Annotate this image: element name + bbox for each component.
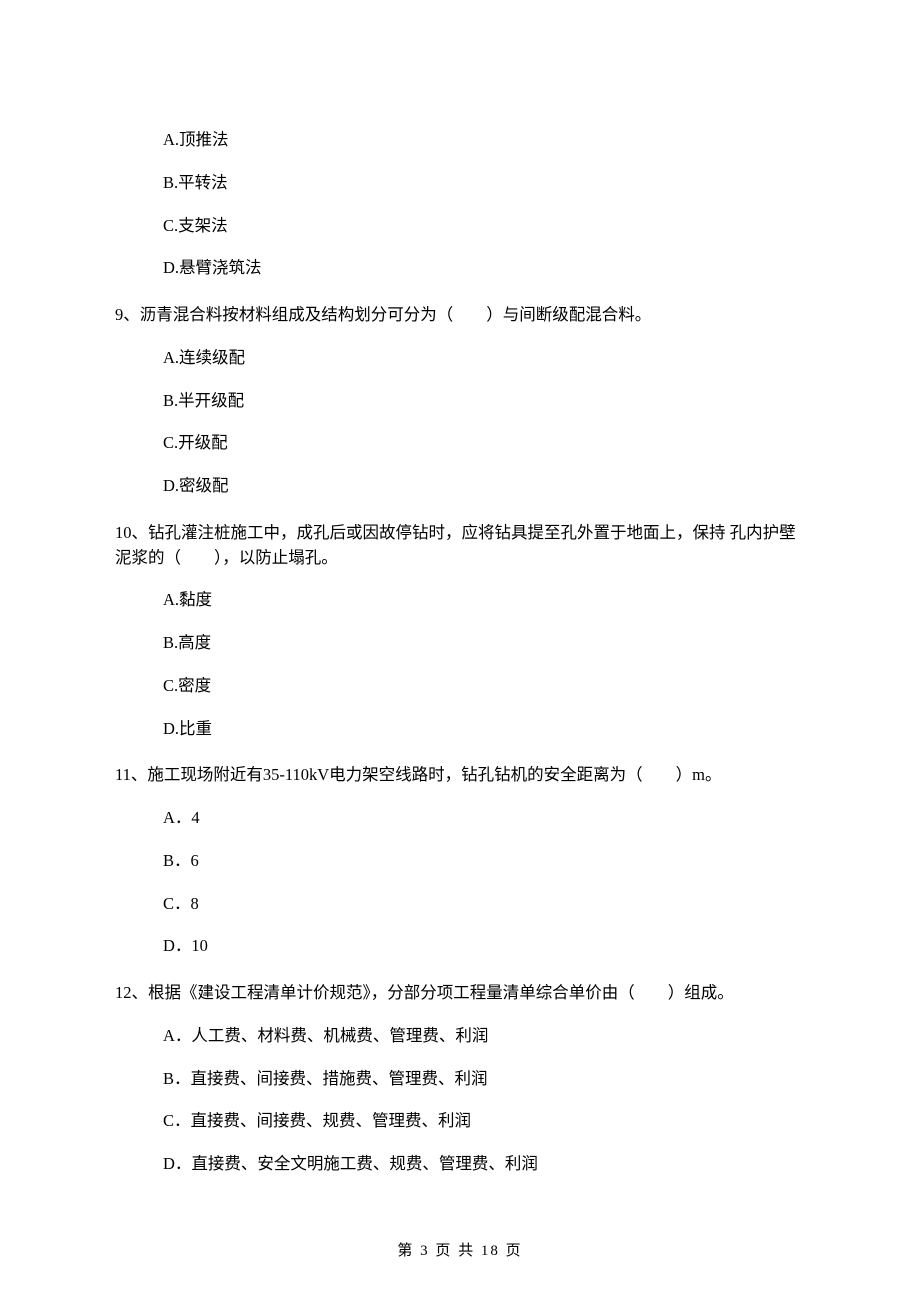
q9-option-a: A.连续级配 <box>163 346 805 371</box>
q12-option-b: B．直接费、间接费、措施费、管理费、利润 <box>163 1067 805 1092</box>
q10-option-b: B.高度 <box>163 631 805 656</box>
page-content: A.顶推法 B.平转法 C.支架法 D.悬臂浇筑法 9、沥青混合料按材料组成及结… <box>0 0 920 1235</box>
q9-option-c: C.开级配 <box>163 431 805 456</box>
q11-option-b: B．6 <box>163 849 805 874</box>
q12-option-a: A．人工费、材料费、机械费、管理费、利润 <box>163 1024 805 1049</box>
q9-stem: 9、沥青混合料按材料组成及结构划分可分为（ ）与间断级配混合料。 <box>115 303 805 328</box>
q10-stem: 10、钻孔灌注桩施工中，成孔后或因故停钻时，应将钻具提至孔外置于地面上，保持 孔… <box>115 521 805 571</box>
q9-option-b: B.半开级配 <box>163 389 805 414</box>
q11-option-d: D．10 <box>163 934 805 959</box>
q8-option-c: C.支架法 <box>163 214 805 239</box>
page-footer: 第 3 页 共 18 页 <box>0 1239 920 1260</box>
q11-option-c: C．8 <box>163 892 805 917</box>
q12-stem: 12、根据《建设工程清单计价规范》，分部分项工程量清单综合单价由（ ）组成。 <box>115 981 805 1006</box>
q10-option-c: C.密度 <box>163 674 805 699</box>
q9-option-d: D.密级配 <box>163 474 805 499</box>
q11-stem: 11、施工现场附近有35-110kV电力架空线路时，钻孔钻机的安全距离为（ ）m… <box>115 763 805 788</box>
q8-option-a: A.顶推法 <box>163 128 805 153</box>
q8-option-d: D.悬臂浇筑法 <box>163 256 805 281</box>
q10-option-a: A.黏度 <box>163 588 805 613</box>
q12-option-c: C．直接费、间接费、规费、管理费、利润 <box>163 1109 805 1134</box>
q12-option-d: D．直接费、安全文明施工费、规费、管理费、利润 <box>163 1152 805 1177</box>
q10-option-d: D.比重 <box>163 717 805 742</box>
q8-option-b: B.平转法 <box>163 171 805 196</box>
q11-option-a: A．4 <box>163 806 805 831</box>
